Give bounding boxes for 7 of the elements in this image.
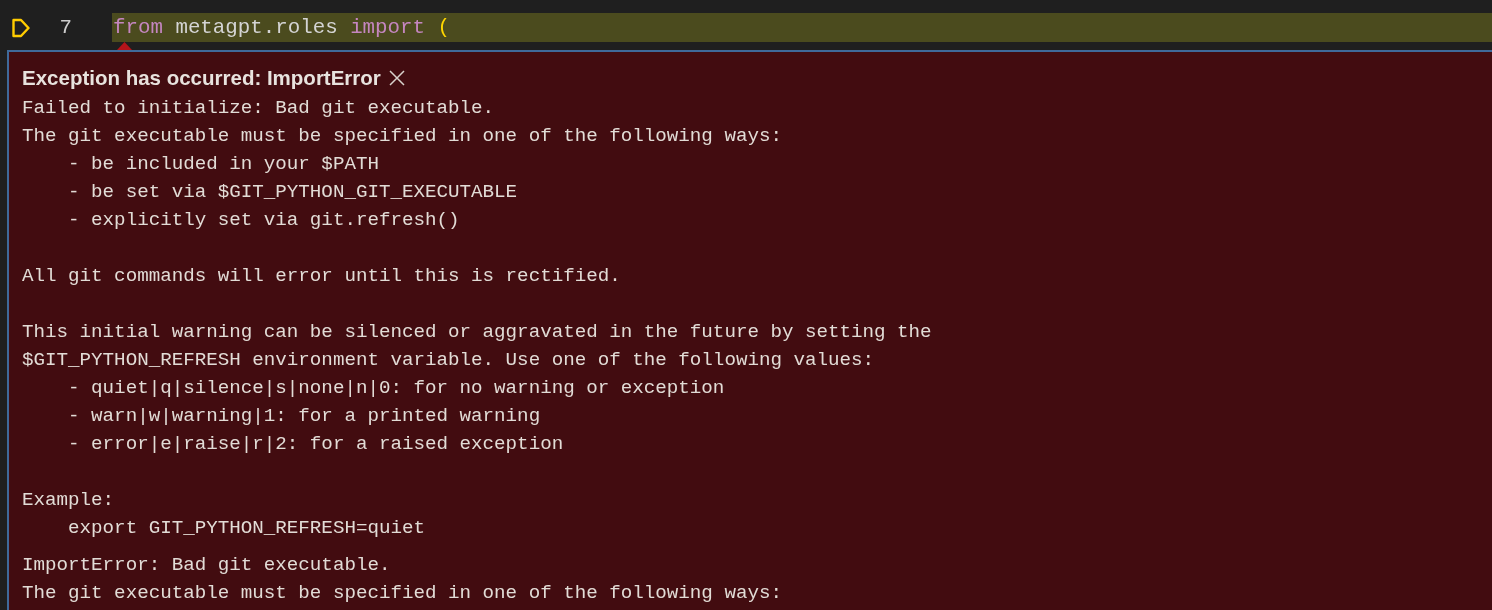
line-number: 7 — [58, 15, 72, 41]
close-button[interactable] — [388, 70, 405, 86]
exception-description: Failed to initialize: Bad git executable. The git executable must be specified in one of the following ways: - be included in your $PATH - be set via $GIT_PYTHON_GIT_EXECUTABLE - explicitly set via git.refresh() All git commands will error until this is rectified. This initial warning can be silenced or aggravated in the future by setting the $GIT_PYTHON_REFRESH environment variable. Use one of the following values: - quiet|q|silence|s|none|n|0: for no warning or exception - warn|w|warning|1: for a printed warning - error|e|raise|r|2: for a raised exception Example: export GIT_PYTHON_REFRESH=quiet — [22, 96, 933, 541]
stack-trace: ImportError: Bad git executable. The git executable must be specified in one of the following ways: — [22, 553, 783, 606]
close-icon — [388, 70, 405, 86]
exception-title: Exception has occurred: ImportError — [22, 65, 381, 91]
triangle-icon — [117, 42, 132, 50]
